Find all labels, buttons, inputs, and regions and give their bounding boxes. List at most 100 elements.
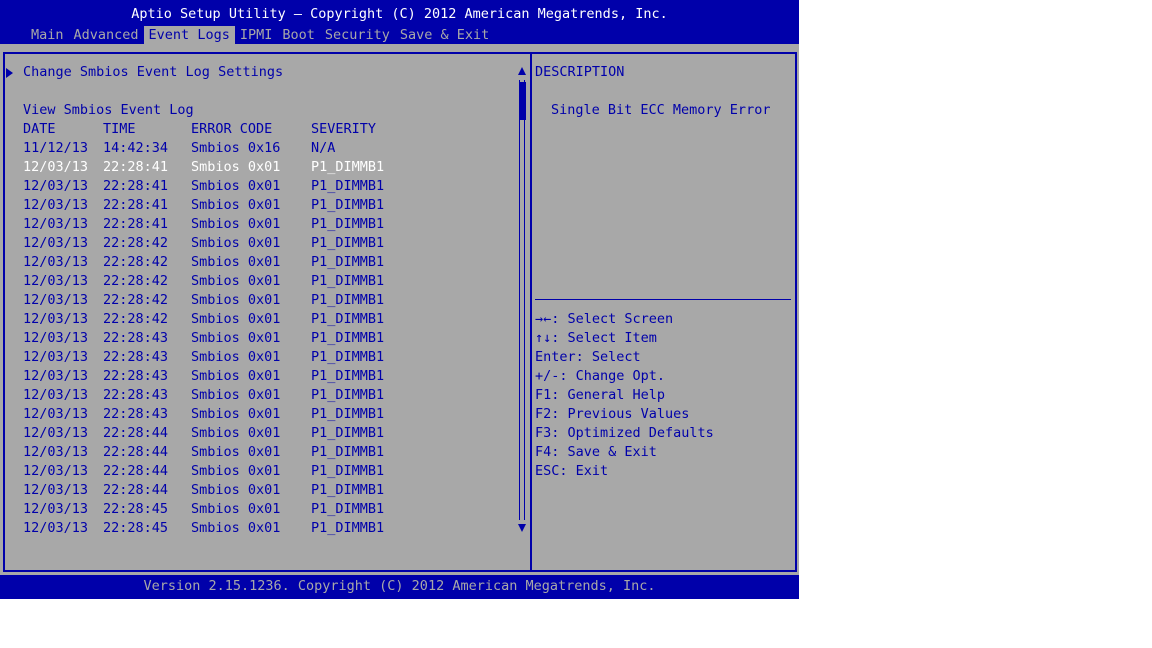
cell-error-code: Smbios 0x01 (191, 368, 281, 384)
table-row[interactable]: 12/03/13 22:28:43 Smbios 0x01 P1_DIMMB1 (0, 329, 515, 348)
cell-date: 11/12/13 (23, 140, 89, 156)
tab-event-logs[interactable]: Event Logs (143, 26, 235, 44)
table-row[interactable]: 12/03/13 22:28:43 Smbios 0x01 P1_DIMMB1 (0, 348, 515, 367)
column-header-error-code: ERROR CODE (191, 121, 273, 137)
tab-boot[interactable]: Boot (277, 26, 320, 44)
table-row[interactable]: 12/03/13 22:28:41 Smbios 0x01 P1_DIMMB1 (0, 215, 515, 234)
tab-bar: Main Advanced Event Logs IPMI Boot Secur… (26, 26, 494, 44)
cell-date: 12/03/13 (23, 425, 89, 441)
help-esc-exit: ESC: Exit (535, 463, 609, 479)
table-row[interactable]: 12/03/13 22:28:44 Smbios 0x01 P1_DIMMB1 (0, 424, 515, 443)
scroll-down-arrow-icon[interactable] (518, 524, 526, 532)
cell-date: 12/03/13 (23, 406, 89, 422)
main-area: Change Smbios Event Log Settings View Sm… (0, 44, 799, 575)
table-row[interactable]: 12/03/13 22:28:45 Smbios 0x01 P1_DIMMB1 (0, 500, 515, 519)
cell-error-code: Smbios 0x01 (191, 463, 281, 479)
table-row[interactable]: 11/12/13 14:42:34 Smbios 0x16 N/A (0, 139, 515, 158)
table-row[interactable]: 12/03/13 22:28:43 Smbios 0x01 P1_DIMMB1 (0, 405, 515, 424)
table-row[interactable]: 12/03/13 22:28:41 Smbios 0x01 P1_DIMMB1 (0, 158, 515, 177)
cell-severity: P1_DIMMB1 (311, 178, 385, 194)
header-bar: Aptio Setup Utility – Copyright (C) 2012… (0, 0, 799, 44)
change-smbios-settings-item[interactable]: Change Smbios Event Log Settings (23, 63, 283, 82)
tab-main[interactable]: Main (26, 26, 69, 44)
table-row[interactable]: 12/03/13 22:28:44 Smbios 0x01 P1_DIMMB1 (0, 443, 515, 462)
cell-time: 14:42:34 (103, 140, 169, 156)
cell-date: 12/03/13 (23, 330, 89, 346)
table-row[interactable]: 12/03/13 22:28:42 Smbios 0x01 P1_DIMMB1 (0, 272, 515, 291)
cell-severity: P1_DIMMB1 (311, 387, 385, 403)
help-change-opt: +/-: Change Opt. (535, 368, 666, 384)
cell-error-code: Smbios 0x01 (191, 387, 281, 403)
cell-severity: P1_DIMMB1 (311, 349, 385, 365)
cell-date: 12/03/13 (23, 349, 89, 365)
tab-advanced[interactable]: Advanced (69, 26, 144, 44)
column-header-time: TIME (103, 121, 136, 137)
cell-time: 22:28:41 (103, 178, 169, 194)
tab-ipmi[interactable]: IPMI (235, 26, 278, 44)
cell-error-code: Smbios 0x01 (191, 254, 281, 270)
cell-time: 22:28:45 (103, 520, 169, 536)
cell-date: 12/03/13 (23, 387, 89, 403)
cell-error-code: Smbios 0x01 (191, 273, 281, 289)
cell-date: 12/03/13 (23, 311, 89, 327)
cell-date: 12/03/13 (23, 292, 89, 308)
cell-time: 22:28:42 (103, 292, 169, 308)
tab-security[interactable]: Security (320, 26, 395, 44)
cell-time: 22:28:44 (103, 425, 169, 441)
cell-severity: P1_DIMMB1 (311, 216, 385, 232)
cell-time: 22:28:44 (103, 444, 169, 460)
cell-time: 22:28:43 (103, 349, 169, 365)
table-row[interactable]: 12/03/13 22:28:42 Smbios 0x01 P1_DIMMB1 (0, 291, 515, 310)
cell-time: 22:28:44 (103, 463, 169, 479)
cell-error-code: Smbios 0x01 (191, 159, 281, 175)
table-row[interactable]: 12/03/13 22:28:42 Smbios 0x01 P1_DIMMB1 (0, 253, 515, 272)
scroll-up-arrow-icon[interactable] (518, 67, 526, 75)
tab-save-exit[interactable]: Save & Exit (395, 26, 494, 44)
table-row[interactable]: 12/03/13 22:28:45 Smbios 0x01 P1_DIMMB1 (0, 519, 515, 538)
cell-severity: P1_DIMMB1 (311, 159, 385, 175)
cell-severity: P1_DIMMB1 (311, 292, 385, 308)
cell-error-code: Smbios 0x01 (191, 501, 281, 517)
footer-bar: Version 2.15.1236. Copyright (C) 2012 Am… (0, 575, 799, 599)
help-general-help: F1: General Help (535, 387, 666, 403)
cell-error-code: Smbios 0x01 (191, 482, 281, 498)
cell-time: 22:28:41 (103, 197, 169, 213)
cell-date: 12/03/13 (23, 273, 89, 289)
table-row[interactable]: 12/03/13 22:28:44 Smbios 0x01 P1_DIMMB1 (0, 481, 515, 500)
cell-date: 12/03/13 (23, 197, 89, 213)
scrollbar-track[interactable] (519, 80, 525, 520)
scrollbar-thumb[interactable] (519, 82, 526, 120)
description-label: DESCRIPTION (535, 64, 625, 80)
cell-time: 22:28:44 (103, 482, 169, 498)
help-optimized-defaults: F3: Optimized Defaults (535, 425, 714, 441)
help-save-exit: F4: Save & Exit (535, 444, 657, 460)
cell-time: 22:28:43 (103, 368, 169, 384)
cell-severity: P1_DIMMB1 (311, 425, 385, 441)
cell-error-code: Smbios 0x01 (191, 311, 281, 327)
column-header-severity: SEVERITY (311, 121, 377, 137)
help-divider (535, 299, 791, 300)
table-row[interactable]: 12/03/13 22:28:43 Smbios 0x01 P1_DIMMB1 (0, 386, 515, 405)
table-row[interactable]: 12/03/13 22:28:41 Smbios 0x01 P1_DIMMB1 (0, 196, 515, 215)
cell-date: 12/03/13 (23, 501, 89, 517)
cell-date: 12/03/13 (23, 520, 89, 536)
help-enter-select: Enter: Select (535, 349, 641, 365)
column-header-date: DATE (23, 121, 56, 137)
description-text: Single Bit ECC Memory Error (551, 102, 771, 118)
cell-severity: P1_DIMMB1 (311, 463, 385, 479)
cell-date: 12/03/13 (23, 482, 89, 498)
cell-error-code: Smbios 0x01 (191, 425, 281, 441)
utility-title: Aptio Setup Utility – Copyright (C) 2012… (131, 6, 668, 22)
cell-severity: P1_DIMMB1 (311, 273, 385, 289)
table-row[interactable]: 12/03/13 22:28:41 Smbios 0x01 P1_DIMMB1 (0, 177, 515, 196)
table-row[interactable]: 12/03/13 22:28:44 Smbios 0x01 P1_DIMMB1 (0, 462, 515, 481)
table-row[interactable]: 12/03/13 22:28:43 Smbios 0x01 P1_DIMMB1 (0, 367, 515, 386)
cell-severity: P1_DIMMB1 (311, 235, 385, 251)
cell-error-code: Smbios 0x01 (191, 349, 281, 365)
table-row[interactable]: 12/03/13 22:28:42 Smbios 0x01 P1_DIMMB1 (0, 310, 515, 329)
table-row[interactable]: 12/03/13 22:28:42 Smbios 0x01 P1_DIMMB1 (0, 234, 515, 253)
cell-time: 22:28:43 (103, 387, 169, 403)
cell-severity: P1_DIMMB1 (311, 501, 385, 517)
cell-error-code: Smbios 0x01 (191, 406, 281, 422)
cell-error-code: Smbios 0x01 (191, 520, 281, 536)
